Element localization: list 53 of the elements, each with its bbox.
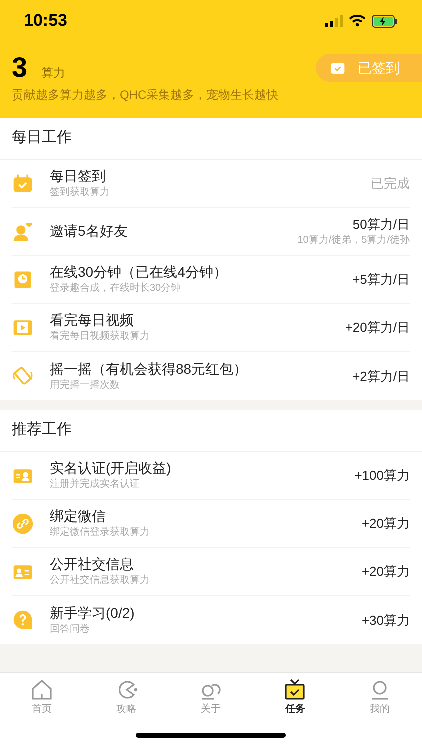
tab-item[interactable]: 任务 <box>253 673 338 721</box>
task-title: 在线30分钟（已在线4分钟） <box>50 263 228 282</box>
task-title: 摇一摇（有机会获得88元红包） <box>50 360 249 378</box>
task-subtitle: 回答问卷 <box>50 622 91 636</box>
task-reward: +30算力 <box>362 612 410 630</box>
task-reward: 已完成 <box>371 175 410 193</box>
task-subtitle: 登录趣合成，在线时长30分钟 <box>50 282 182 296</box>
task-row[interactable]: 在线30分钟（已在线4分钟） 登录趣合成，在线时长30分钟 +5算力/日 <box>12 256 410 304</box>
person-heart-icon <box>12 220 34 242</box>
task-reward: 50算力/日 <box>352 216 410 234</box>
wifi-icon <box>349 15 366 27</box>
phone-shake-icon <box>12 365 34 387</box>
task-title: 实名认证(开启收益) <box>50 459 172 478</box>
task-row[interactable]: 实名认证(开启收益) 注册并完成实名认证 +100算力 <box>12 452 410 500</box>
task-reward: +100算力 <box>354 467 410 485</box>
task-title: 看完每日视频 <box>50 311 135 330</box>
task-subtitle: 用完摇一摇次数 <box>50 378 121 392</box>
task-title: 绑定微信 <box>50 507 107 526</box>
task-row[interactable]: 看完每日视频 看完每日视频获取算力 +20算力/日 <box>12 304 410 352</box>
section-title: 推荐工作 <box>12 420 72 440</box>
task-title: 公开社交信息 <box>50 555 135 574</box>
task-subtitle: 注册并完成实名认证 <box>50 478 141 492</box>
task-reward: +20算力 <box>362 515 410 533</box>
task-row[interactable]: 每日签到 签到获取算力 已完成 <box>12 160 410 208</box>
task-title: 每日签到 <box>50 167 107 186</box>
calendar-check-icon <box>12 172 34 194</box>
task-row[interactable]: 绑定微信 绑定微信登录获取算力 +20算力 <box>12 500 410 548</box>
section-title: 每日工作 <box>12 128 72 148</box>
signal-icon <box>325 15 343 27</box>
task-subtitle: 绑定微信登录获取算力 <box>50 526 151 540</box>
task-row[interactable]: 公开社交信息 公开社交信息获取算力 +20算力 <box>12 548 410 596</box>
tagline: 贡献越多算力越多，QHC采集越多，宠物生长越快 <box>11 87 280 104</box>
question-icon <box>12 609 34 631</box>
task-title: 新手学习(0/2) <box>50 604 136 622</box>
task-row[interactable]: 摇一摇（有机会获得88元红包） 用完摇一摇次数 +2算力/日 <box>12 352 410 400</box>
task-subtitle: 看完每日视频获取算力 <box>50 330 151 344</box>
task-subtitle: 公开社交信息获取算力 <box>50 574 151 588</box>
task-reward: +20算力 <box>362 563 410 581</box>
battery-icon <box>372 14 398 28</box>
task-reward: +20算力/日 <box>345 319 410 337</box>
status-time: 10:53 <box>24 10 68 32</box>
task-reward: +5算力/日 <box>352 271 410 289</box>
points-value: 3 <box>12 54 28 82</box>
task-row[interactable]: 新手学习(0/2) 回答问卷 +30算力 <box>12 596 410 644</box>
task-row[interactable]: 邀请5名好友 50算力/日 10算力/徒弟，5算力/徒孙 <box>12 208 410 256</box>
points-unit: 算力 <box>42 65 66 82</box>
tv-check-icon <box>283 678 308 702</box>
task-reward: +2算力/日 <box>352 368 410 386</box>
task-title: 邀请5名好友 <box>50 222 129 241</box>
link-icon <box>12 512 34 534</box>
home-icon <box>30 678 54 702</box>
reward-note: 10算力/徒弟，5算力/徒孙 <box>298 234 410 248</box>
task-subtitle: 签到获取算力 <box>50 186 111 200</box>
